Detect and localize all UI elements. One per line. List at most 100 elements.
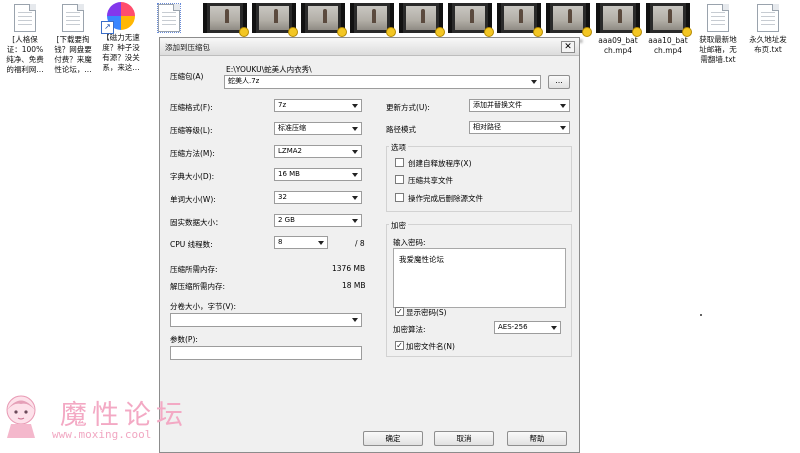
path-mode-select[interactable]: 相对路径 xyxy=(469,121,570,134)
desktop-file-4[interactable] xyxy=(144,0,194,33)
video-thumbnail-icon xyxy=(546,3,592,37)
dict-select[interactable]: 16 MB xyxy=(274,168,362,181)
video-thumbnail-icon xyxy=(448,3,494,37)
password-value: 我爱魔性论坛 xyxy=(399,255,444,264)
shared-label: 压缩共享文件 xyxy=(408,176,453,185)
enc-method-label: 加密算法: xyxy=(393,325,426,334)
chevron-down-icon xyxy=(318,241,324,245)
method-label: 压缩方法(M): xyxy=(170,149,215,158)
desktop-video-aaa10[interactable]: aaa10_bat ch.mp4 xyxy=(643,0,693,56)
screen-speck xyxy=(700,314,702,316)
format-select[interactable]: 7z xyxy=(274,99,362,112)
desktop-file-label: aaa10_bat ch.mp4 xyxy=(648,36,688,55)
split-combo[interactable] xyxy=(170,313,362,327)
desktop-file-permanent-address[interactable]: 永久地址发 布页.txt xyxy=(743,0,793,55)
sfx-label: 创建自释放程序(X) xyxy=(408,159,472,168)
text-file-icon xyxy=(157,3,181,33)
archive-name-combo[interactable]: 蛇美人.7z xyxy=(224,75,541,89)
archive-name-value: 蛇美人.7z xyxy=(228,77,260,85)
chevron-down-icon xyxy=(560,126,566,130)
dialog-titlebar[interactable]: 添加到压缩包 ✕ xyxy=(160,38,579,56)
cpu-label: CPU 线程数: xyxy=(170,240,213,249)
encrypt-names-checkbox[interactable]: ✓ xyxy=(395,341,404,350)
enc-method-select[interactable]: AES-256 xyxy=(494,321,561,334)
add-to-archive-dialog: 添加到压缩包 ✕ 压缩包(A) E:\YOUKU\蛇美人内衣秀\ 蛇美人.7z … xyxy=(159,37,580,453)
watermark-url: www.moxing.cool xyxy=(52,428,152,441)
mem-decomp-value: 18 MB xyxy=(342,281,366,290)
method-value: LZMA2 xyxy=(278,147,302,155)
chevron-down-icon xyxy=(352,104,358,108)
chevron-down-icon xyxy=(352,196,358,200)
dict-label: 字典大小(D): xyxy=(170,172,215,181)
video-thumbnail-icon xyxy=(596,3,642,37)
desktop-file-1[interactable]: [人格保 证：100% 纯净、免费 的福利网... xyxy=(0,0,50,75)
dialog-title: 添加到压缩包 xyxy=(165,43,210,52)
update-label: 更新方式(U): xyxy=(386,103,430,112)
cpu-total: / 8 xyxy=(355,239,365,248)
sfx-checkbox[interactable] xyxy=(395,158,404,167)
desktop-file-label: aaa09_bat ch.mp4 xyxy=(598,36,638,55)
solid-label: 固实数据大小： xyxy=(170,218,223,227)
format-value: 7z xyxy=(278,101,287,109)
desktop-shortcut-3[interactable]: 【磁力无速 度？种子没 有源？没关 系，来这... xyxy=(96,0,146,73)
chevron-down-icon xyxy=(531,80,537,84)
mem-decomp-label: 解压缩所需内存: xyxy=(170,282,226,291)
shared-checkbox[interactable] xyxy=(395,175,404,184)
update-value: 添加并替换文件 xyxy=(473,101,522,109)
text-file-icon xyxy=(14,4,36,32)
path-mode-value: 相对路径 xyxy=(473,123,501,131)
params-label: 参数(P): xyxy=(170,335,198,344)
chevron-down-icon xyxy=(551,326,557,330)
video-thumbnail-icon xyxy=(203,3,249,37)
chevron-down-icon xyxy=(352,173,358,177)
desktop-file-label: 【磁力无速 度？种子没 有源？没关 系，来这... xyxy=(102,33,140,72)
method-select[interactable]: LZMA2 xyxy=(274,145,362,158)
cpu-select[interactable]: 8 xyxy=(274,236,328,249)
solid-select[interactable]: 2 GB xyxy=(274,214,362,227)
desktop-file-2[interactable]: [下载要掏 钱？网盘要 付费？来魔 性论坛，... xyxy=(48,0,98,75)
close-icon[interactable]: ✕ xyxy=(561,41,575,53)
mascot-logo xyxy=(6,395,36,438)
word-value: 32 xyxy=(278,193,287,201)
level-label: 压缩等级(L): xyxy=(170,126,213,135)
archive-path: E:\YOUKU\蛇美人内衣秀\ xyxy=(226,65,312,74)
delete-source-label: 操作完成后删除源文件 xyxy=(408,194,483,203)
show-password-label: 显示密码(S) xyxy=(406,308,447,317)
video-thumbnail-icon xyxy=(497,3,543,37)
password-input[interactable]: 我爱魔性论坛 xyxy=(393,248,566,308)
level-value: 标准压缩 xyxy=(278,124,306,132)
desktop-video-aaa09[interactable]: aaa09_bat ch.mp4 xyxy=(593,0,643,56)
password-label: 输入密码: xyxy=(393,238,426,247)
format-label: 压缩格式(F): xyxy=(170,103,213,112)
chevron-down-icon xyxy=(352,127,358,131)
desktop-file-label: 永久地址发 布页.txt xyxy=(749,35,787,54)
level-select[interactable]: 标准压缩 xyxy=(274,122,362,135)
chevron-down-icon xyxy=(352,219,358,223)
split-label: 分卷大小，字节(V): xyxy=(170,302,237,311)
show-password-checkbox[interactable]: ✓ xyxy=(395,307,404,316)
video-thumbnail-icon xyxy=(301,3,347,37)
chevron-down-icon xyxy=(352,150,358,154)
mem-comp-label: 压缩所需内存: xyxy=(170,265,218,274)
text-file-icon xyxy=(707,4,729,32)
browse-button[interactable]: ... xyxy=(548,75,570,89)
ok-button[interactable]: 确定 xyxy=(363,431,423,446)
word-select[interactable]: 32 xyxy=(274,191,362,204)
text-file-icon xyxy=(757,4,779,32)
options-title: 选项 xyxy=(389,142,408,153)
params-input[interactable] xyxy=(170,346,362,360)
dict-value: 16 MB xyxy=(278,170,300,178)
text-file-icon xyxy=(62,4,84,32)
video-thumbnail-icon xyxy=(350,3,396,37)
cpu-value: 8 xyxy=(278,238,283,246)
chevron-down-icon xyxy=(560,104,566,108)
mem-comp-value: 1376 MB xyxy=(332,264,366,273)
help-button[interactable]: 帮助 xyxy=(507,431,567,446)
desktop-file-latest-address[interactable]: 获取最新地 址邮箱，无 需翻墙.txt xyxy=(693,0,743,65)
enc-method-value: AES-256 xyxy=(498,323,528,331)
video-thumbnail-icon xyxy=(399,3,445,37)
update-select[interactable]: 添加并替换文件 xyxy=(469,99,570,112)
cancel-button[interactable]: 取消 xyxy=(434,431,494,446)
path-mode-label: 路径模式 xyxy=(386,125,416,134)
delete-source-checkbox[interactable] xyxy=(395,193,404,202)
